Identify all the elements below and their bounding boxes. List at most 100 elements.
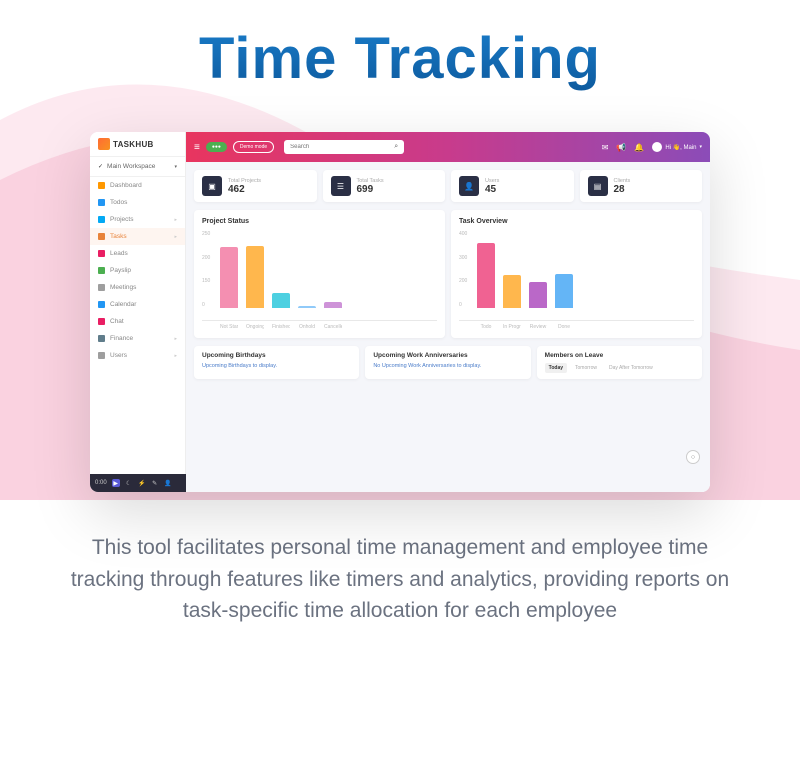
sidebar-item-icon	[98, 216, 105, 223]
x-label: Onhold	[298, 324, 316, 330]
sidebar-item-finance[interactable]: Finance ▸	[90, 330, 185, 347]
file-icon: ▤	[588, 176, 608, 196]
leave-card: Members on Leave Today Tomorrow Day After …	[537, 346, 702, 379]
stat-value: 699	[357, 184, 384, 195]
app-screenshot: TASKHUB ✓ Main Workspace ▾ Dashboard Todo…	[90, 132, 710, 492]
sidebar-item-label: Users	[110, 352, 127, 359]
stat-card-total-projects[interactable]: ▣ Total Projects462	[194, 170, 317, 202]
play-icon[interactable]: ▶	[112, 479, 120, 487]
sidebar-item-label: Todos	[110, 199, 127, 206]
hamburger-icon[interactable]: ≡	[194, 142, 200, 153]
chevron-right-icon: ▸	[174, 353, 177, 359]
sidebar-item-tasks[interactable]: Tasks▸	[90, 228, 185, 245]
user-icon: 👤	[459, 176, 479, 196]
chart-bar	[324, 302, 342, 308]
search-box[interactable]: ⌕	[284, 140, 404, 154]
chart-bar	[298, 306, 316, 308]
page-title: Time Tracking	[0, 0, 800, 92]
moon-icon[interactable]: ☾	[125, 479, 133, 487]
stat-label: Total Projects	[228, 178, 261, 184]
stat-card-clients[interactable]: ▤ Clients28	[580, 170, 703, 202]
folder-icon: ▣	[202, 176, 222, 196]
x-label: Not Started	[220, 324, 238, 330]
sidebar-item-calendar[interactable]: Calendar	[90, 296, 185, 313]
sidebar-item-users[interactable]: Users ▸	[90, 347, 185, 364]
sidebar-item-label: Calendar	[110, 301, 136, 308]
sidebar-item-payslip[interactable]: Payslip	[90, 262, 185, 279]
sidebar-item-icon	[98, 199, 105, 206]
x-label: In Progress	[503, 324, 521, 330]
chart-bar	[529, 282, 547, 308]
user-greet-label: Hi 👋, Main	[665, 144, 696, 151]
user-menu[interactable]: Hi 👋, Main ▾	[652, 142, 702, 152]
sidebar-item-icon	[98, 284, 105, 291]
sidebar-item-label: Tasks	[110, 233, 127, 240]
main-area: ≡ ●●● Demo mode ⌕ ✉ 📢 🔔 Hi 👋, Main ▾ ▣To…	[186, 132, 710, 492]
edit-icon[interactable]: ✎	[151, 479, 159, 487]
sidebar-item-label: Leads	[110, 250, 128, 257]
stat-label: Clients	[614, 178, 631, 184]
announcement-icon[interactable]: 📢	[616, 143, 626, 152]
taskbar: 0:00 ▶ ☾ ⚡ ✎ 👤	[90, 474, 186, 492]
anniversaries-card: Upcoming Work Anniversaries No Upcoming …	[365, 346, 530, 379]
logo-text: TASKHUB	[113, 140, 154, 149]
chart-bar	[555, 274, 573, 308]
mail-icon[interactable]: ✉	[602, 143, 609, 152]
stat-value: 462	[228, 184, 261, 195]
card-title: Upcoming Birthdays	[202, 352, 351, 359]
stat-value: 28	[614, 184, 631, 195]
search-icon[interactable]: ⌕	[394, 143, 398, 151]
sidebar-item-label: Payslip	[110, 267, 131, 274]
chart-bar	[220, 247, 238, 308]
sidebar-item-dashboard[interactable]: Dashboard	[90, 177, 185, 194]
sidebar-item-meetings[interactable]: Meetings	[90, 279, 185, 296]
logo[interactable]: TASKHUB	[90, 132, 185, 157]
description-text: This tool facilitates personal time mana…	[0, 492, 800, 627]
stat-label: Total Tasks	[357, 178, 384, 184]
sidebar-item-chat[interactable]: Chat	[90, 313, 185, 330]
chart-bar	[477, 243, 495, 308]
sidebar-item-icon	[98, 335, 105, 342]
sidebar-item-icon	[98, 352, 105, 359]
sidebar-item-icon	[98, 233, 105, 240]
card-title: Members on Leave	[545, 352, 694, 359]
chart-bar	[503, 275, 521, 308]
sidebar-item-label: Chat	[110, 318, 124, 325]
sidebar-item-icon	[98, 267, 105, 274]
help-fab[interactable]: ○	[686, 450, 700, 464]
sidebar-item-label: Projects	[110, 216, 133, 223]
bell-icon[interactable]: 🔔	[634, 143, 644, 152]
chevron-right-icon: ▸	[174, 336, 177, 342]
avatar	[652, 142, 662, 152]
workspace-selector[interactable]: ✓ Main Workspace ▾	[90, 157, 185, 177]
workspace-label: Main Workspace	[107, 163, 155, 170]
sidebar-item-icon	[98, 182, 105, 189]
logo-icon	[98, 138, 110, 150]
stat-label: Users	[485, 178, 499, 184]
sidebar-item-label: Meetings	[110, 284, 136, 291]
sidebar-item-todos[interactable]: Todos	[90, 194, 185, 211]
x-label: Review	[529, 324, 547, 330]
chart-bar	[272, 293, 290, 308]
card-title: Upcoming Work Anniversaries	[373, 352, 522, 359]
chevron-right-icon: ▸	[174, 217, 177, 223]
stat-card-total-tasks[interactable]: ☰ Total Tasks699	[323, 170, 446, 202]
sidebar-item-label: Finance	[110, 335, 133, 342]
sidebar-item-icon	[98, 318, 105, 325]
stat-value: 45	[485, 184, 499, 195]
card-message: Upcoming Birthdays to display.	[202, 363, 351, 369]
sidebar-item-leads[interactable]: Leads	[90, 245, 185, 262]
bolt-icon[interactable]: ⚡	[138, 479, 146, 487]
chart-title: Task Overview	[459, 218, 694, 225]
leave-tab-tomorrow[interactable]: Tomorrow	[571, 363, 601, 373]
user-icon[interactable]: 👤	[164, 479, 172, 487]
search-input[interactable]	[290, 144, 390, 150]
sidebar-item-projects[interactable]: Projects ▸	[90, 211, 185, 228]
x-label: Finished	[272, 324, 290, 330]
stat-card-users[interactable]: 👤 Users45	[451, 170, 574, 202]
leave-tab-day-after-tomorrow[interactable]: Day After Tomorrow	[605, 363, 657, 373]
leave-tab-today[interactable]: Today	[545, 363, 567, 373]
list-icon: ☰	[331, 176, 351, 196]
birthdays-card: Upcoming Birthdays Upcoming Birthdays to…	[194, 346, 359, 379]
x-label: Todo	[477, 324, 495, 330]
